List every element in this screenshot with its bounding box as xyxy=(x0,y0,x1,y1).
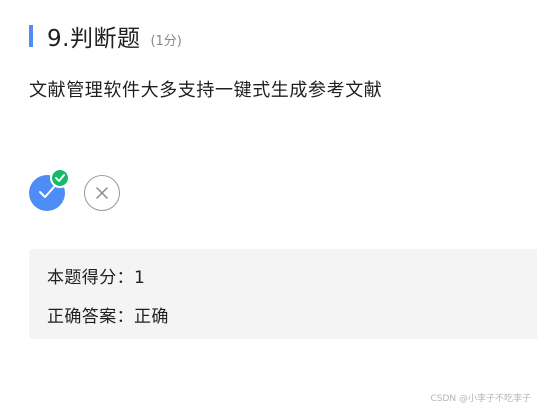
score-result: 本题得分：1 xyxy=(47,268,146,288)
question-stem: 文献管理软件大多支持一键式生成参考文献 xyxy=(29,80,383,101)
option-false-button[interactable] xyxy=(84,175,120,211)
title-accent-bar xyxy=(29,25,33,47)
question-title: 9.判断题 xyxy=(47,26,141,52)
check-icon xyxy=(38,184,56,203)
selected-check-badge-icon xyxy=(50,168,70,188)
result-panel: 本题得分：1 正确答案：正确 xyxy=(29,249,537,339)
question-header: 9.判断题 (1分) xyxy=(29,18,182,54)
correct-answer: 正确答案：正确 xyxy=(47,307,169,327)
watermark: CSDN @小李子不吃李子 xyxy=(430,394,531,404)
question-page: 9.判断题 (1分) 文献管理软件大多支持一键式生成参考文献 本题得分：1 正确… xyxy=(0,0,537,410)
question-score: (1分) xyxy=(150,33,182,49)
close-icon xyxy=(96,184,108,203)
